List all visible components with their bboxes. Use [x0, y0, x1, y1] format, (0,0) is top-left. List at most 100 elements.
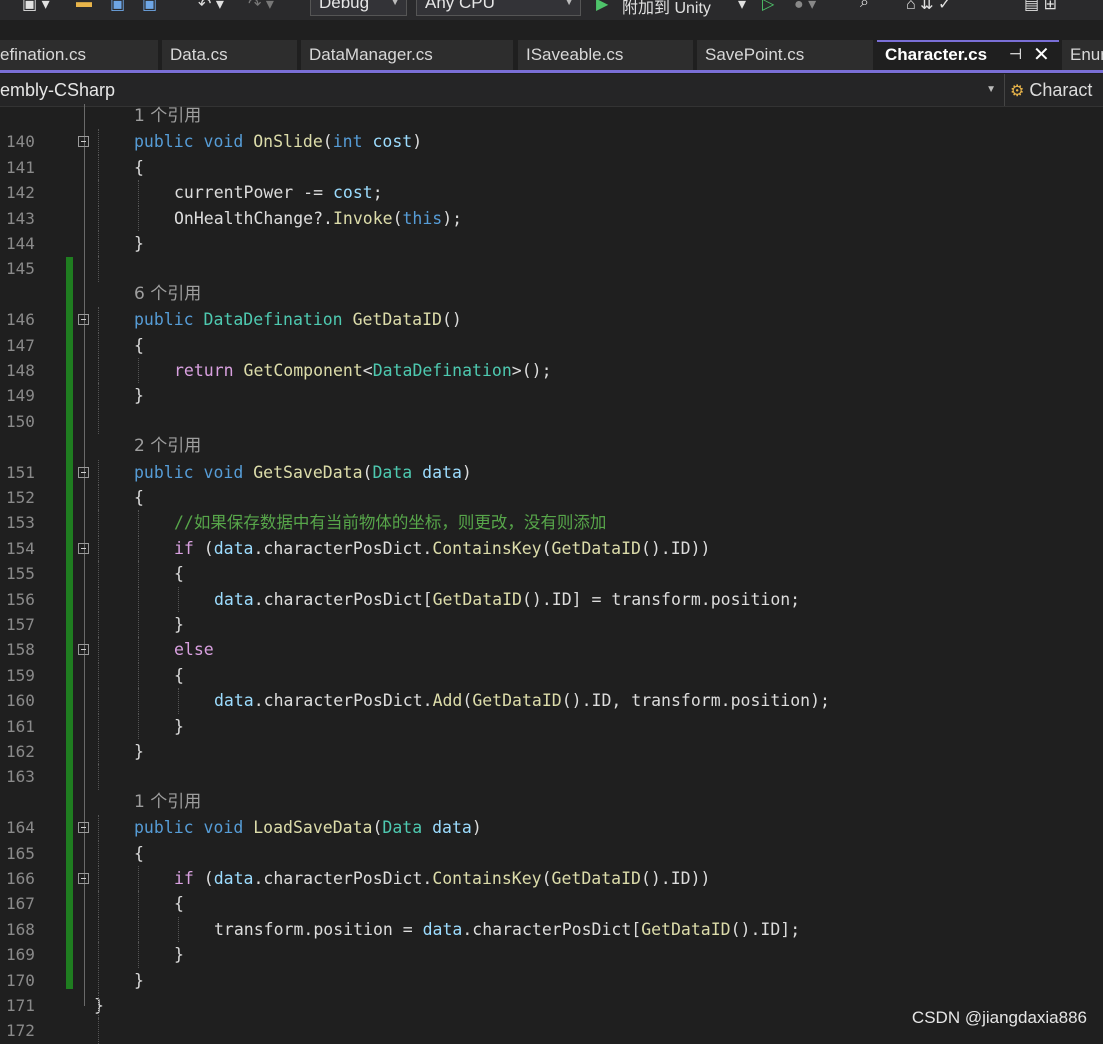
code-text: else: [174, 637, 214, 662]
code-token: ;: [372, 183, 383, 203]
close-icon[interactable]: ✕: [1033, 42, 1050, 68]
save-icon[interactable]: ▣: [110, 0, 125, 16]
code-line: 169}: [0, 942, 1103, 968]
codelens-reference[interactable]: 1 个引用: [0, 104, 1103, 129]
tab-isaveable[interactable]: ISaveable.cs: [518, 40, 693, 70]
navigation-bar: embly-CSharp ▼ ⚙ Charact: [0, 74, 1103, 107]
indent-guide: [98, 332, 99, 358]
indent-guide: [98, 231, 99, 257]
indent-guide: [138, 866, 139, 892]
code-text: //如果保存数据中有当前物体的坐标，则更改，没有则添加: [174, 510, 606, 535]
code-token: Add: [432, 691, 463, 711]
collapse-icon[interactable]: [78, 466, 89, 478]
code-token: {: [134, 843, 144, 863]
run-without-debug-icon[interactable]: ▷: [762, 0, 774, 16]
indent-guide: [138, 662, 139, 689]
code-editor[interactable]: 1 个引用 140 public void OnSlide(int cost) 141…: [0, 104, 1103, 1044]
project-dropdown[interactable]: embly-CSharp ▼: [0, 77, 1000, 103]
indent-guide: [98, 662, 99, 689]
code-line: 147 {: [0, 332, 1103, 358]
code-token: OnSlide: [253, 132, 323, 152]
tab-savepoint[interactable]: SavePoint.cs: [697, 40, 873, 70]
code-token: (: [193, 538, 214, 558]
code-line: 155 {: [0, 561, 1103, 587]
tab-datamanager[interactable]: DataManager.cs: [301, 40, 513, 70]
code-line: 142 currentPower -= cost;: [0, 180, 1103, 206]
code-line: 151 public void GetSaveData(Data data): [0, 459, 1103, 485]
run-button[interactable]: 附加到 Unity: [622, 0, 711, 17]
code-token: GetDataID: [432, 589, 522, 609]
open-folder-icon[interactable]: ▬: [76, 0, 92, 16]
reference-count[interactable]: 1 个引用: [134, 104, 201, 129]
code-token: (: [541, 538, 552, 558]
codelens-reference[interactable]: 2 个引用: [0, 434, 1103, 459]
home-icon[interactable]: ⌂ ⇊ ✓: [906, 0, 951, 16]
indent-guide: [98, 739, 99, 765]
code-line: 145: [0, 256, 1103, 282]
collapse-icon[interactable]: [78, 873, 89, 884]
tab-data[interactable]: Data.cs: [162, 40, 297, 70]
indent-guide: [98, 307, 99, 333]
redo-icon[interactable]: ↷ ▾: [248, 0, 274, 16]
indent-guide: [98, 586, 99, 612]
config-dropdown[interactable]: Debug ▼: [310, 0, 407, 16]
code-text: {: [174, 663, 184, 688]
indent-guide: [98, 180, 99, 206]
tab-enum[interactable]: Enum: [1062, 40, 1103, 70]
code-token: public: [134, 132, 194, 152]
code-token: GetDataID: [472, 691, 562, 711]
find-icon[interactable]: ⌕: [860, 0, 869, 16]
code-token: ().ID] = transform.position;: [521, 589, 801, 609]
indent-guide: [98, 408, 99, 435]
codelens-reference[interactable]: 6 个引用: [0, 282, 1103, 307]
reference-count[interactable]: 2 个引用: [134, 434, 201, 459]
run-dropdown-icon[interactable]: ▾: [738, 0, 746, 16]
code-token: ().ID)): [640, 869, 711, 888]
code-text: }: [134, 231, 144, 256]
code-text: transform.position = data.characterPosDi…: [214, 917, 800, 942]
project-name: embly-CSharp: [0, 80, 116, 100]
code-token: .characterPosDict[: [462, 919, 642, 939]
code-text: public void LoadSaveData(Data data): [134, 815, 482, 840]
record-icon[interactable]: ● ▾: [794, 0, 816, 16]
class-icon: ⚙: [1010, 83, 1025, 100]
collapse-icon[interactable]: [78, 542, 89, 554]
collapse-icon[interactable]: [78, 822, 89, 834]
code-line: 156 data.characterPosDict[GetDataID().ID]…: [0, 586, 1103, 612]
code-token: DataDefination: [372, 361, 512, 380]
line-number: 151: [6, 462, 35, 482]
code-text: }: [174, 942, 184, 967]
play-icon[interactable]: ▶: [596, 0, 608, 16]
collapse-icon[interactable]: [78, 644, 89, 656]
line-number: 157: [6, 615, 35, 634]
save-all-icon[interactable]: ▣: [142, 0, 157, 16]
line-number: 166: [6, 869, 35, 888]
collapse-icon[interactable]: [78, 314, 89, 326]
undo-icon[interactable]: ↶ ▾: [198, 0, 224, 16]
collapse-icon[interactable]: [78, 136, 89, 148]
indent-guide: [178, 688, 179, 714]
reference-count[interactable]: 6 个引用: [134, 282, 201, 307]
code-line: 167 {: [0, 891, 1103, 917]
indent-guide: [98, 764, 99, 790]
chevron-down-icon: ▼: [390, 0, 400, 8]
code-token: data: [432, 818, 472, 838]
member-dropdown[interactable]: ⚙ Charact: [1010, 77, 1092, 103]
divider: [1004, 74, 1005, 106]
platform-dropdown[interactable]: Any CPU ▼: [416, 0, 581, 16]
code-line: 149}: [0, 383, 1103, 409]
pin-icon[interactable]: ⊣: [1009, 42, 1022, 68]
code-text: if (data.characterPosDict.ContainsKey(Ge…: [174, 866, 710, 891]
tab-defination[interactable]: efination.cs: [0, 40, 158, 70]
code-token: .characterPosDict.: [253, 691, 433, 711]
comment-icon[interactable]: ▤ ⊞: [1024, 0, 1057, 16]
indent-guide: [98, 993, 99, 1019]
codelens-reference[interactable]: 1 个引用: [0, 790, 1103, 815]
tab-character[interactable]: Character.cs ⊣ ✕: [877, 40, 1059, 70]
reference-count[interactable]: 1 个引用: [134, 790, 201, 815]
layout-icon[interactable]: ▣ ▾: [22, 0, 50, 16]
code-token: LoadSaveData: [253, 818, 373, 838]
code-token: else: [174, 640, 214, 660]
